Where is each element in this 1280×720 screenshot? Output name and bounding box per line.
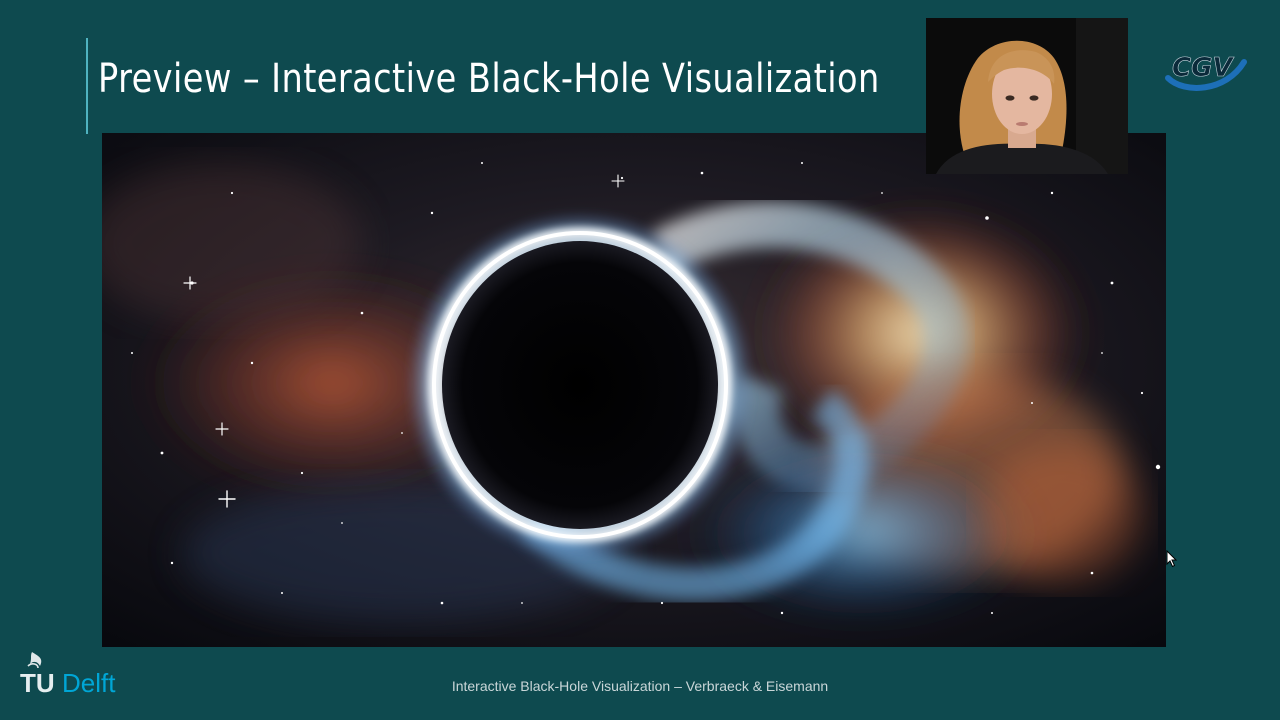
mouse-pointer-icon [1166,549,1178,568]
presenter-webcam [926,18,1128,174]
title-accent-line [86,38,88,134]
svg-text:CGV: CGV [1172,53,1234,83]
cgv-logo-icon: CGV [1165,53,1247,91]
slide-title: Preview – Interactive Black-Hole Visuali… [98,56,880,102]
black-hole-image [102,133,1166,647]
slide-footer: Interactive Black-Hole Visualization – V… [451,678,829,694]
tu-delft-flame-icon [27,652,42,669]
cgv-logo: CGV [1164,38,1248,96]
slide: Preview – Interactive Black-Hole Visuali… [0,0,1280,720]
